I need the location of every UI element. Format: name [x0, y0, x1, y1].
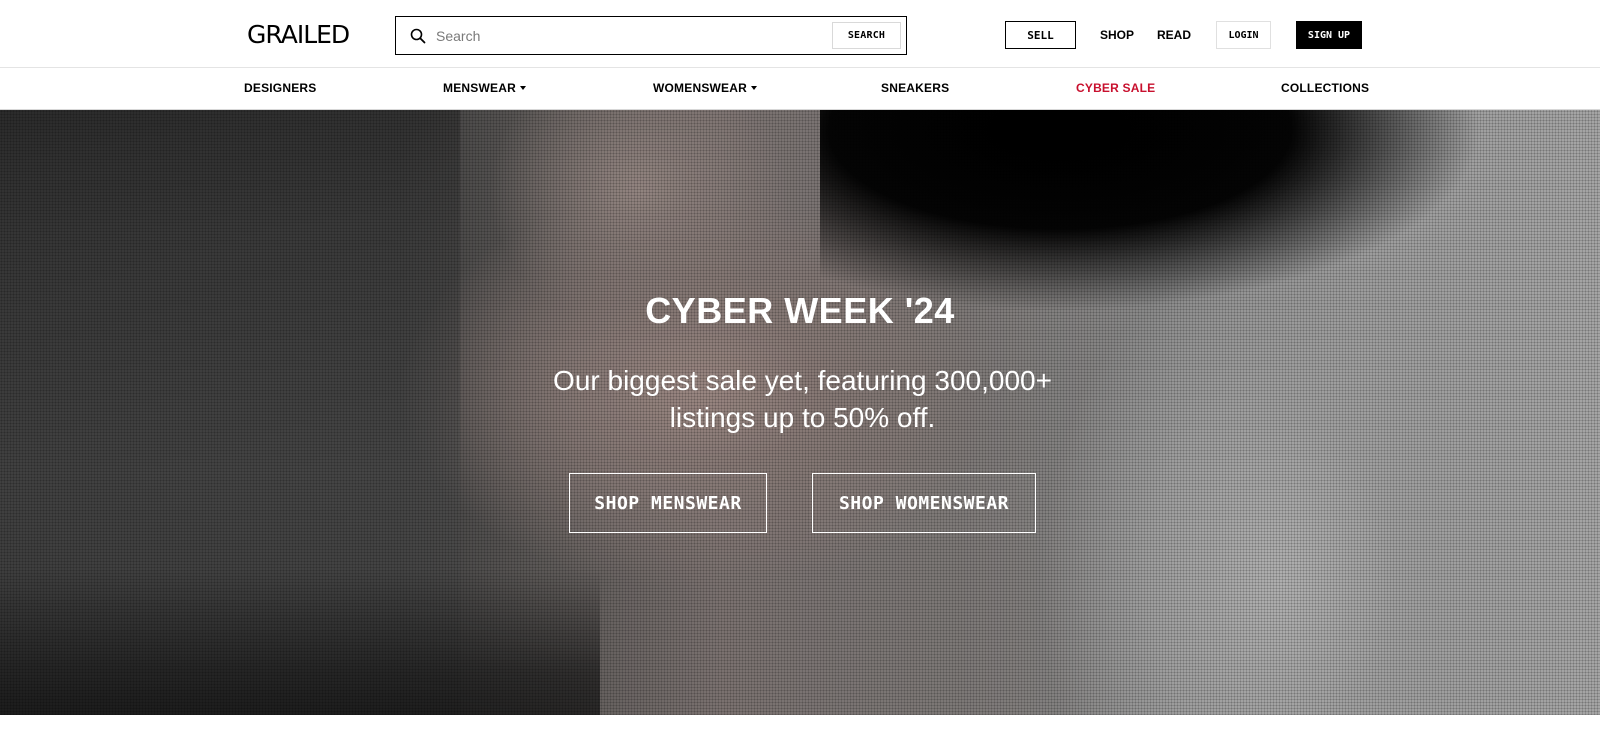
- hero-title: CYBER WEEK '24: [645, 290, 955, 331]
- caret-down-icon: [519, 86, 526, 90]
- category-nav: DESIGNERS MENSWEAR WOMENSWEAR SNEAKERS C…: [0, 68, 1600, 110]
- nav-item-womenswear[interactable]: WOMENSWEAR: [653, 81, 757, 95]
- search-button[interactable]: SEARCH: [832, 22, 901, 49]
- nav-item-label: WOMENSWEAR: [653, 81, 747, 95]
- login-button[interactable]: LOGIN: [1216, 21, 1271, 49]
- nav-item-menswear[interactable]: MENSWEAR: [443, 81, 526, 95]
- search-icon: [410, 28, 426, 44]
- shop-link[interactable]: SHOP: [1094, 21, 1140, 49]
- shop-womenswear-button[interactable]: SHOP WOMENSWEAR: [812, 473, 1036, 533]
- sell-button[interactable]: SELL: [1005, 21, 1076, 49]
- nav-item-label: SNEAKERS: [881, 81, 950, 95]
- nav-item-collections[interactable]: COLLECTIONS: [1281, 81, 1369, 95]
- grailed-logo[interactable]: GRAILED: [247, 20, 350, 49]
- read-link[interactable]: READ: [1152, 21, 1196, 49]
- shop-menswear-button[interactable]: SHOP MENSWEAR: [569, 473, 767, 533]
- nav-item-label: COLLECTIONS: [1281, 81, 1370, 95]
- nav-item-cyber-sale[interactable]: CYBER SALE: [1076, 81, 1155, 95]
- nav-item-designers[interactable]: DESIGNERS: [244, 81, 316, 95]
- search-bar: SEARCH: [395, 16, 907, 55]
- nav-item-label: CYBER SALE: [1076, 81, 1156, 95]
- caret-down-icon: [751, 86, 757, 90]
- hero-banner: CYBER WEEK '24 Our biggest sale yet, fea…: [0, 110, 1600, 715]
- signup-button[interactable]: SIGN UP: [1296, 21, 1362, 49]
- nav-item-label: MENSWEAR: [443, 81, 516, 95]
- site-header: GRAILED SEARCH SELL SHOP READ LOGIN SIGN…: [0, 0, 1600, 68]
- search-input[interactable]: [436, 22, 816, 49]
- nav-item-label: DESIGNERS: [244, 81, 317, 95]
- nav-item-sneakers[interactable]: SNEAKERS: [881, 81, 949, 95]
- hero-subtitle: Our biggest sale yet, featuring 300,000+…: [553, 365, 1052, 433]
